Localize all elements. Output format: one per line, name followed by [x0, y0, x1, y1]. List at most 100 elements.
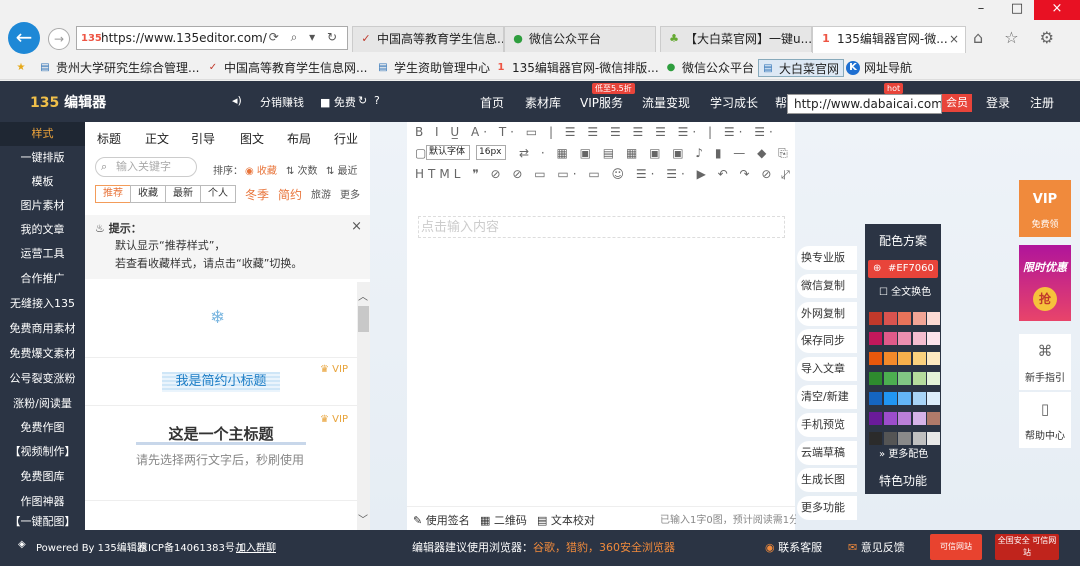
- sidebar-item-images[interactable]: 图片素材: [0, 194, 85, 218]
- external-copy-button[interactable]: 外网复制: [797, 302, 857, 326]
- browser-right-icons[interactable]: ⌂ ☆ ⚙: [973, 28, 1062, 47]
- nav-help[interactable]: 帮: [775, 94, 787, 111]
- sidebar-item-templates[interactable]: 模板: [0, 170, 85, 194]
- color-swatch[interactable]: [883, 432, 897, 445]
- forward-button[interactable]: →: [48, 28, 70, 50]
- sidebar-item-free-gallery[interactable]: 免费图库: [0, 465, 85, 489]
- color-swatch[interactable]: [898, 312, 911, 325]
- brand-logo[interactable]: 135 编辑器: [30, 92, 106, 112]
- color-swatch[interactable]: [912, 412, 926, 425]
- sidebar-item-free-viral[interactable]: 免费爆文素材: [0, 342, 85, 366]
- vip-free-widget[interactable]: VIP 免费领: [1019, 180, 1071, 237]
- free-toggle[interactable]: ■ 免费: [320, 94, 356, 110]
- color-swatch[interactable]: [869, 332, 882, 345]
- color-swatch[interactable]: [869, 372, 882, 385]
- full-text-color-checkbox[interactable]: ☐ 全文换色: [879, 283, 931, 298]
- limited-offer-widget[interactable]: 限时优惠 抢: [1019, 245, 1071, 321]
- share-earn-link[interactable]: 分销赚钱: [260, 94, 304, 110]
- color-swatch[interactable]: [898, 372, 911, 385]
- filter-favorites[interactable]: 收藏: [130, 185, 166, 203]
- more-features-button[interactable]: 更多功能: [797, 496, 857, 520]
- editor-toolbar-row-2[interactable]: ⇄ · ▦ ▣ ▤ ▦ ▣ ▣ ♪ ▮ — ◆ ⎘ ✎·: [519, 146, 789, 161]
- qrcode-button[interactable]: ▦ 二维码: [480, 512, 527, 528]
- signature-button[interactable]: ✎ 使用签名: [413, 512, 470, 528]
- sidebar-item-ops-tools[interactable]: 运营工具: [0, 242, 85, 266]
- long-image-button[interactable]: 生成长图: [797, 468, 857, 492]
- fav-chsi[interactable]: ✓ 中国高等教育学生信息网...: [206, 59, 368, 77]
- color-swatch[interactable]: [869, 352, 882, 365]
- tab-guide[interactable]: 引导: [191, 130, 215, 147]
- sidebar-item-free-design[interactable]: 免费作图: [0, 416, 85, 440]
- color-swatch[interactable]: [883, 372, 897, 385]
- refresh-icon[interactable]: ↻: [358, 94, 367, 107]
- sidebar-item-styles[interactable]: 样式: [0, 122, 85, 146]
- sidebar-item-video[interactable]: 【视频制作】: [0, 440, 85, 464]
- color-swatch[interactable]: [912, 332, 926, 345]
- panel-scrollbar[interactable]: ︿ ﹀: [357, 282, 370, 530]
- fav-xszz[interactable]: ▤ 学生资助管理中心: [376, 59, 490, 77]
- tab-graphic[interactable]: 图文: [240, 130, 264, 147]
- sidebar-item-partner[interactable]: 合作推广: [0, 267, 85, 291]
- editor-toolbar-row-3[interactable]: HTML ❞ ⊘ ⊘ ▭ ▭· ▭ ☺ ☰· ☰· ▶ ↶ ↷ ⊘ ▦: [415, 167, 785, 181]
- feedback-link[interactable]: ✉ 意见反馈: [848, 539, 905, 555]
- tag-winter[interactable]: 冬季: [245, 186, 269, 203]
- color-swatch[interactable]: [869, 412, 882, 425]
- color-swatch[interactable]: [898, 332, 911, 345]
- style-sample-main-heading[interactable]: 这是一个主标题: [136, 423, 306, 445]
- sidebar-item-free-commercial[interactable]: 免费商用素材: [0, 317, 85, 341]
- cloud-draft-button[interactable]: 云端草稿: [797, 441, 857, 465]
- mobile-preview-button[interactable]: 手机预览: [797, 413, 857, 437]
- tab-wechat[interactable]: ● 微信公众平台: [504, 26, 656, 52]
- color-swatch[interactable]: [869, 432, 882, 445]
- tab-dabaicai[interactable]: ♣ 【大白菜官网】一键u...: [660, 26, 812, 52]
- sidebar-item-auto-layout[interactable]: 一键排版: [0, 146, 85, 170]
- sidebar-item-auto-image[interactable]: 【一键配图】: [0, 514, 85, 530]
- style-sample-subheading[interactable]: 我是简约小标题: [162, 372, 280, 392]
- register-link[interactable]: 注册: [1030, 94, 1054, 111]
- sidebar-item-fission[interactable]: 公号裂变涨粉: [0, 367, 85, 391]
- color-swatch[interactable]: [898, 352, 911, 365]
- maximize-button[interactable]: □: [1000, 0, 1034, 20]
- color-swatch[interactable]: [869, 392, 882, 405]
- fav-135[interactable]: 1 135编辑器官网-微信排版...: [494, 59, 659, 77]
- sort-count[interactable]: ⇅ 次数: [286, 162, 318, 177]
- fav-dabaicai[interactable]: ▤ 大白菜官网: [758, 59, 845, 77]
- tab-body[interactable]: 正文: [145, 130, 169, 147]
- tag-travel[interactable]: 旅游: [311, 186, 331, 201]
- color-swatch[interactable]: [927, 412, 940, 425]
- favorites-star-icon[interactable]: ★: [14, 59, 32, 77]
- fav-nav[interactable]: K 网址导航: [846, 59, 912, 77]
- scrollbar-thumb[interactable]: [358, 306, 369, 332]
- chevron-down-icon[interactable]: ﹀: [358, 511, 368, 526]
- sidebar-item-my-articles[interactable]: 我的文章: [0, 218, 85, 242]
- address-tools-icons[interactable]: ⟳ ⌕ ▾ ↻: [269, 30, 341, 45]
- color-swatch[interactable]: [883, 392, 897, 405]
- tab-title[interactable]: 标题: [97, 130, 121, 147]
- back-button[interactable]: ←: [8, 22, 40, 54]
- color-swatch[interactable]: [883, 312, 897, 325]
- nav-materials[interactable]: 素材库: [525, 94, 561, 111]
- color-swatch[interactable]: [912, 372, 926, 385]
- tag-simple[interactable]: 简约: [278, 186, 302, 203]
- guide-widget[interactable]: ⌘ 新手指引: [1019, 334, 1071, 390]
- trusted-site-badge[interactable]: 可信网站: [930, 534, 982, 560]
- clear-new-button[interactable]: 清空/新建: [797, 385, 857, 409]
- color-swatch[interactable]: [927, 432, 940, 445]
- close-window-button[interactable]: ×: [1034, 0, 1080, 20]
- filter-recommended[interactable]: 推荐: [95, 185, 131, 203]
- color-swatch[interactable]: [927, 332, 940, 345]
- address-bar[interactable]: 135 https://www.135editor.com/ ⟳ ⌕ ▾ ↻: [76, 26, 348, 50]
- nav-monetize[interactable]: 流量变现: [642, 94, 690, 111]
- font-size-select[interactable]: 16px: [476, 145, 506, 160]
- expand-icon[interactable]: ⤢: [781, 168, 790, 182]
- tab-layout[interactable]: 布局: [287, 130, 311, 147]
- speaker-icon[interactable]: ◂): [232, 94, 242, 107]
- tag-more[interactable]: 更多: [340, 186, 360, 201]
- login-link[interactable]: 登录: [986, 94, 1010, 111]
- tab-close-icon[interactable]: ×: [949, 27, 959, 51]
- tab-135editor[interactable]: 1 135编辑器官网-微... ×: [812, 26, 966, 53]
- save-sync-button[interactable]: 保存同步: [797, 329, 857, 353]
- help-center-widget[interactable]: ▯ 帮助中心: [1019, 392, 1071, 448]
- font-family-select[interactable]: 默认字体: [426, 145, 470, 160]
- tip-close-icon[interactable]: ×: [351, 219, 362, 234]
